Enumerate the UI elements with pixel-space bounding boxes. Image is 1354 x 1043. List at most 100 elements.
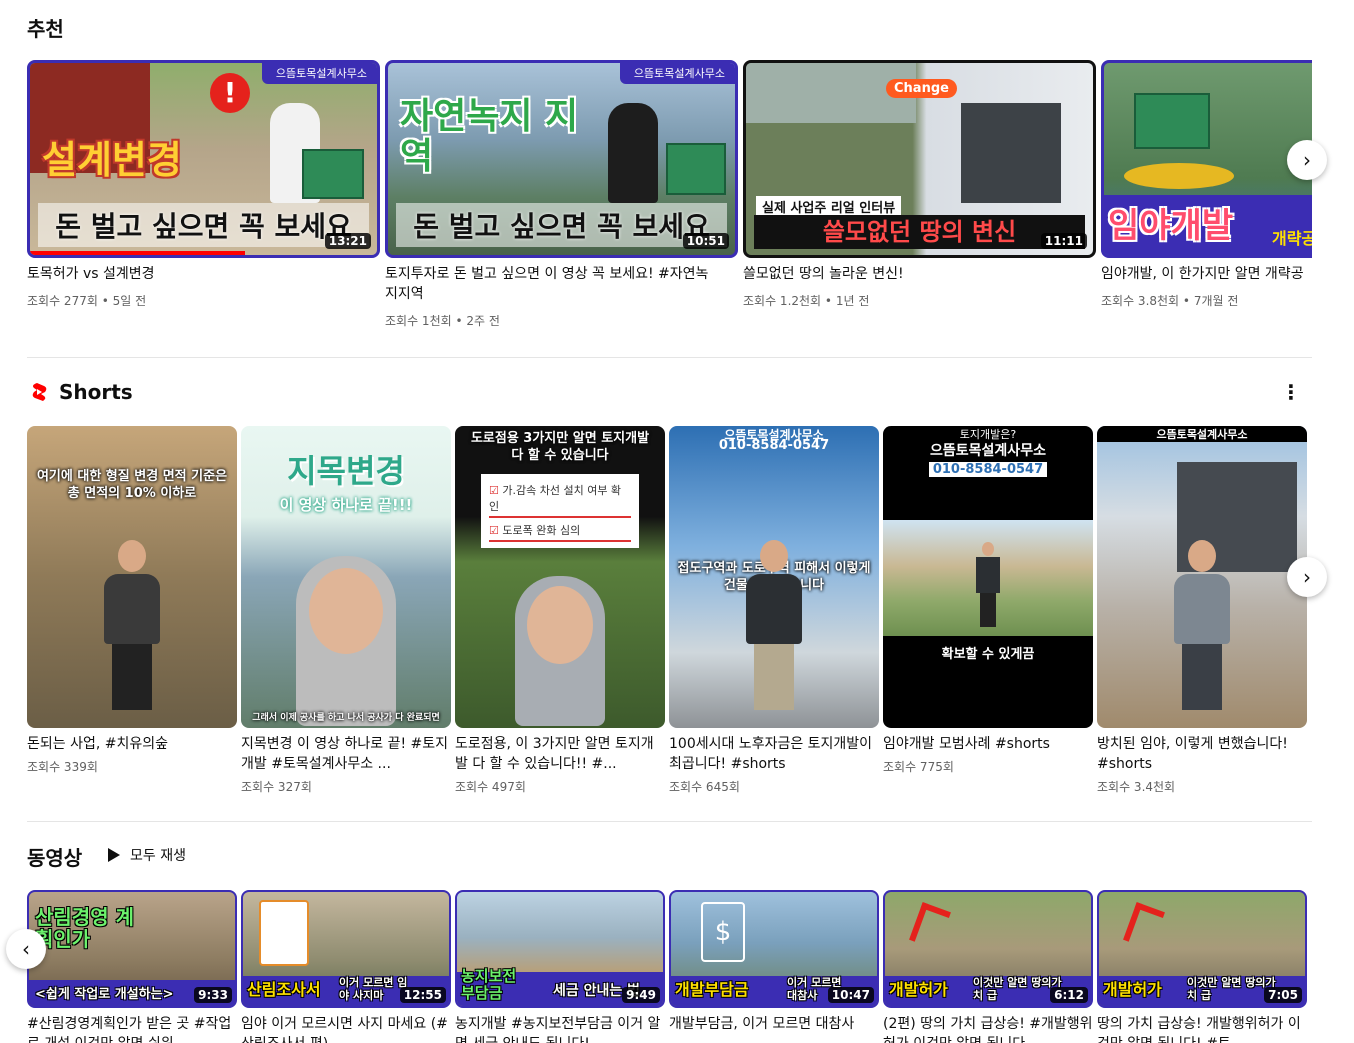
- view-count: 조회수 1.2천회: [743, 294, 822, 308]
- video-duration: 11:11: [1040, 233, 1087, 249]
- video-meta: 조회수 3.8천회 • 7개월 전: [1101, 294, 1239, 308]
- video-card[interactable]: 개발허가 이것만 알면 땅의가치 급 7:05 땅의 가치 급상승! 개발행위허…: [1097, 890, 1307, 1043]
- checklist-item: ☑ 가.감속 차선 설치 여부 확인: [489, 480, 631, 518]
- shorts-logo-icon: [27, 380, 51, 404]
- presenter-figure: [99, 540, 165, 710]
- video-title[interactable]: 땅의 가치 급상승! 개발행위허가 이것만 알면 됩니다! #토: [1097, 1014, 1307, 1043]
- checkbox-icon: ☑: [489, 524, 499, 537]
- video-title[interactable]: 쓸모없던 땅의 놀라운 변신!: [743, 264, 1093, 284]
- video-thumbnail[interactable]: 임야개발 개략공: [1101, 60, 1312, 258]
- videos-prev-button[interactable]: ‹: [6, 929, 46, 969]
- shorts-subheadline: 이 영상 하나로 끝!!!: [279, 496, 413, 514]
- coins-icon: [1124, 163, 1234, 189]
- thumbnail-banner: 돈 벌고 싶으면 꼭 보세요: [396, 203, 727, 247]
- play-all-label: 모두 재생: [130, 848, 186, 864]
- money-stack-icon: [1134, 93, 1210, 149]
- thumbnail-headline: 개발허가: [889, 980, 948, 999]
- video-duration: 10:51: [682, 233, 729, 249]
- shorts-title-text[interactable]: 도로점용, 이 3가지만 알면 토지개발 다 할 수 있습니다!! #...: [455, 734, 665, 774]
- upload-age: 1년 전: [835, 294, 870, 308]
- upload-age: 2주 전: [466, 314, 500, 328]
- video-thumbnail[interactable]: 산림조사서 이거 모르면 임야 사지마 12:55: [241, 890, 451, 1008]
- video-card[interactable]: 산림경영 계획인가 <쉽게 작업로 개설하는> 9:33 #산림경영계획인가 받…: [27, 890, 237, 1043]
- thumbnail-banner: 돈 벌고 싶으면 꼭 보세요: [38, 203, 369, 247]
- video-card[interactable]: 농지보전 부담금 세금 안내는 법 9:49 농지개발 #농지보전부담금 이거 …: [455, 890, 665, 1043]
- video-title[interactable]: 농지개발 #농지보전부담금 이거 알면 세금 안내도 됩니다!: [455, 1014, 665, 1043]
- thumbnail-headline: 농지보전 부담금: [461, 967, 517, 1002]
- video-thumbnail[interactable]: 으뜸토목설계사무소 자연녹지 지역 돈 벌고 싶으면 꼭 보세요 10:51: [385, 60, 738, 258]
- rec-video-card[interactable]: ! 으뜸토목설계사무소 설계변경 돈 벌고 싶으면 꼭 보세요 13:21 토목…: [27, 60, 380, 309]
- video-card[interactable]: 산림조사서 이거 모르면 임야 사지마 12:55 임야 이거 모르시면 사지 …: [241, 890, 451, 1043]
- view-count: 조회수 327회: [241, 780, 312, 794]
- video-card[interactable]: $ 개발부담금 이거 모르면 대참사 10:47 개발부담금, 이거 모르면 대…: [669, 890, 879, 1043]
- video-thumbnail[interactable]: 산림경영 계획인가 <쉽게 작업로 개설하는> 9:33: [27, 890, 237, 1008]
- video-title[interactable]: 임야 이거 모르시면 사지 마세요 (#산림조사서 편): [241, 1014, 451, 1043]
- shorts-thumbnail[interactable]: 지목변경 이 영상 하나로 끝!!! 그래서 이제 공사를 하고 나서 공사가 …: [241, 426, 451, 728]
- shorts-thumbnail[interactable]: 토지개발은? 으뜸토목설계사무소 010-8584-0547 확보할 수 있게끔: [883, 426, 1093, 728]
- video-title[interactable]: (2편) 땅의 가치 급상승! #개발행위허가 이것만 알면 됩니다: [883, 1014, 1093, 1043]
- thumbnail-headline: 자연녹지 지역: [400, 96, 579, 177]
- shorts-title-text[interactable]: 100세시대 노후자금은 토지개발이 최곱니다! #shorts: [669, 734, 879, 774]
- thumbnail-headline: 개발부담금: [675, 980, 749, 999]
- rec-card-clip: 임야개발 개략공 임야개발, 이 한가지만 알면 개략공 조회수 3.8천회 •…: [1101, 60, 1312, 320]
- video-title[interactable]: 토지투자로 돈 벌고 싶으면 이 영상 꼭 보세요! #자연녹지지역: [385, 264, 715, 304]
- video-title[interactable]: 토목허가 vs 설계변경: [27, 264, 377, 284]
- thumbnail-headline: 개발허가: [1103, 980, 1162, 999]
- thumbnail-banner: 쓸모없던 땅의 변신: [754, 215, 1085, 249]
- video-thumbnail[interactable]: 개발허가 이것만 알면 땅의가치 급 7:05: [1097, 890, 1307, 1008]
- rec-video-card[interactable]: Change 실제 사업주 리얼 인터뷰 쓸모없던 땅의 변신 11:11 쓸모…: [743, 60, 1096, 309]
- arrow-up-icon: [1123, 902, 1165, 950]
- video-title[interactable]: 개발부담금, 이거 모르면 대참사: [669, 1014, 879, 1043]
- shorts-card[interactable]: 도로점용 3가지만 알면 토지개발 다 할 수 있습니다 ☑ 가.감속 차선 설…: [455, 426, 665, 795]
- shorts-card[interactable]: 으뜸토목설계사무소 방치된 임야, 이렇게 변했습니다! #shorts 조회수…: [1097, 426, 1307, 795]
- upload-age: 7개월 전: [1193, 294, 1239, 308]
- shorts-card[interactable]: 지목변경 이 영상 하나로 끝!!! 그래서 이제 공사를 하고 나서 공사가 …: [241, 426, 451, 795]
- video-duration: 10:47: [827, 987, 874, 1003]
- video-thumbnail[interactable]: ! 으뜸토목설계사무소 설계변경 돈 벌고 싶으면 꼭 보세요 13:21: [27, 60, 380, 258]
- shorts-card[interactable]: 으뜸토목설계사무소 010-8584-0547 접도구역과 도로구역 피해서 이…: [669, 426, 879, 795]
- video-title[interactable]: 임야개발, 이 한가지만 알면 개략공: [1101, 264, 1312, 284]
- shorts-thumbnail[interactable]: 으뜸토목설계사무소: [1097, 426, 1307, 728]
- shorts-title-text[interactable]: 돈되는 사업, #치유의숲: [27, 734, 237, 754]
- shorts-title-text[interactable]: 방치된 임야, 이렇게 변했습니다! #shorts: [1097, 734, 1307, 774]
- video-thumbnail[interactable]: 농지보전 부담금 세금 안내는 법 9:49: [455, 890, 665, 1008]
- checklist-text: 도로폭 완화 심의: [502, 524, 581, 537]
- checklist-item: ☑ 도로폭 완화 심의: [489, 518, 631, 542]
- video-thumbnail[interactable]: $ 개발부담금 이거 모르면 대참사 10:47: [669, 890, 879, 1008]
- video-title[interactable]: #산림경영계획인가 받은 곳 #작업로 개설 이것만 알면 쉬워: [27, 1014, 237, 1043]
- shorts-thumbnail[interactable]: 도로점용 3가지만 알면 토지개발 다 할 수 있습니다 ☑ 가.감속 차선 설…: [455, 426, 665, 728]
- video-duration: 9:33: [194, 987, 232, 1003]
- rec-video-card[interactable]: 임야개발 개략공 임야개발, 이 한가지만 알면 개략공 조회수 3.8천회 •…: [1101, 60, 1312, 309]
- more-vert-icon[interactable]: ⋮: [1280, 380, 1302, 404]
- view-count: 조회수 339회: [27, 760, 98, 774]
- shorts-headline: 지목변경: [287, 452, 405, 490]
- upload-age: 5일 전: [112, 294, 147, 308]
- video-thumbnail[interactable]: Change 실제 사업주 리얼 인터뷰 쓸모없던 땅의 변신 11:11: [743, 60, 1096, 258]
- presenter-figure: [515, 576, 605, 726]
- rec-next-button[interactable]: ›: [1287, 140, 1327, 180]
- video-duration: 12:55: [399, 987, 446, 1003]
- shorts-thumbnail[interactable]: 여기에 대한 형질 변경 면적 기준은 총 면적의 10% 이하로: [27, 426, 237, 728]
- thumbnail-banner: 개략공: [1272, 229, 1312, 248]
- checkbox-icon: ☑: [489, 484, 499, 497]
- video-thumbnail[interactable]: 개발허가 이것만 알면 땅의가치 급 6:12: [883, 890, 1093, 1008]
- video-duration: 13:21: [324, 233, 371, 249]
- shorts-card[interactable]: 여기에 대한 형질 변경 면적 기준은 총 면적의 10% 이하로 돈되는 사업…: [27, 426, 237, 775]
- rec-video-card[interactable]: 으뜸토목설계사무소 자연녹지 지역 돈 벌고 싶으면 꼭 보세요 10:51 토…: [385, 60, 738, 329]
- shorts-title-text[interactable]: 지목변경 이 영상 하나로 끝! #토지개발 #토목설계사무소 ...: [241, 734, 451, 774]
- chevron-right-icon: ›: [1303, 565, 1311, 589]
- shorts-thumbnail[interactable]: 으뜸토목설계사무소 010-8584-0547 접도구역과 도로구역 피해서 이…: [669, 426, 879, 728]
- shorts-next-button[interactable]: ›: [1287, 557, 1327, 597]
- shorts-title-text[interactable]: 임야개발 모범사례 #shorts: [883, 734, 1093, 754]
- receipt-icon: $: [701, 902, 745, 962]
- shorts-brand: 으뜸토목설계사무소: [930, 443, 1046, 459]
- videos-title: 동영상: [27, 846, 83, 870]
- play-all-button[interactable]: 모두 재생: [108, 843, 186, 867]
- section-divider: [27, 357, 1312, 358]
- phone-number: 010-8584-0547: [718, 438, 830, 453]
- shorts-card[interactable]: 토지개발은? 으뜸토목설계사무소 010-8584-0547 확보할 수 있게끔…: [883, 426, 1093, 775]
- view-count: 조회수 3.8천회: [1101, 294, 1180, 308]
- view-count: 조회수 775회: [883, 760, 954, 774]
- presenter-figure: [741, 540, 807, 710]
- video-card[interactable]: 개발허가 이것만 알면 땅의가치 급 6:12 (2편) 땅의 가치 급상승! …: [883, 890, 1093, 1043]
